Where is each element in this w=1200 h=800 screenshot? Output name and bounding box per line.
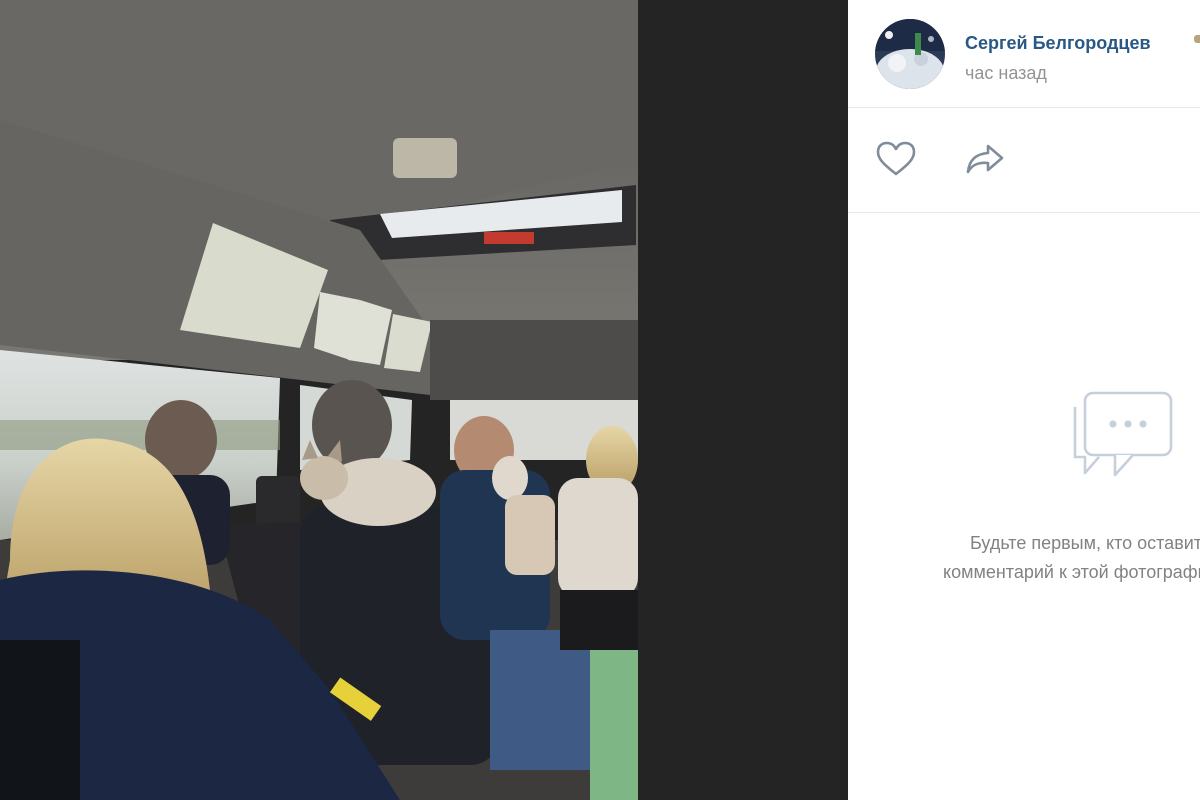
like-button[interactable] — [874, 140, 918, 180]
comments-empty-state: Будьте первым, кто оставит комментарий к… — [848, 213, 1200, 800]
empty-comments-line-1: Будьте первым, кто оставит — [970, 533, 1200, 553]
post-time[interactable]: час назад — [965, 63, 1047, 84]
chat-bubbles-icon — [1073, 391, 1173, 477]
avatar[interactable] — [875, 19, 945, 89]
avatar-image — [875, 19, 945, 89]
author-name-link[interactable]: Сергей Белгородцев — [965, 33, 1151, 54]
photo[interactable] — [0, 0, 638, 800]
info-panel: Сергей Белгородцев час назад Будьте перв… — [848, 0, 1200, 800]
share-arrow-icon — [966, 144, 1004, 174]
author-header: Сергей Белгородцев час назад — [848, 0, 1200, 108]
heart-icon — [876, 141, 916, 176]
action-bar — [848, 108, 1200, 213]
minibus-photo — [0, 0, 638, 800]
author-badge-icon — [1194, 35, 1200, 43]
empty-comments-line-2: комментарий к этой фотографии — [943, 562, 1200, 582]
share-button[interactable] — [964, 140, 1008, 180]
photo-area — [0, 0, 848, 800]
photo-viewer: Сергей Белгородцев час назад Будьте перв… — [0, 0, 1200, 800]
